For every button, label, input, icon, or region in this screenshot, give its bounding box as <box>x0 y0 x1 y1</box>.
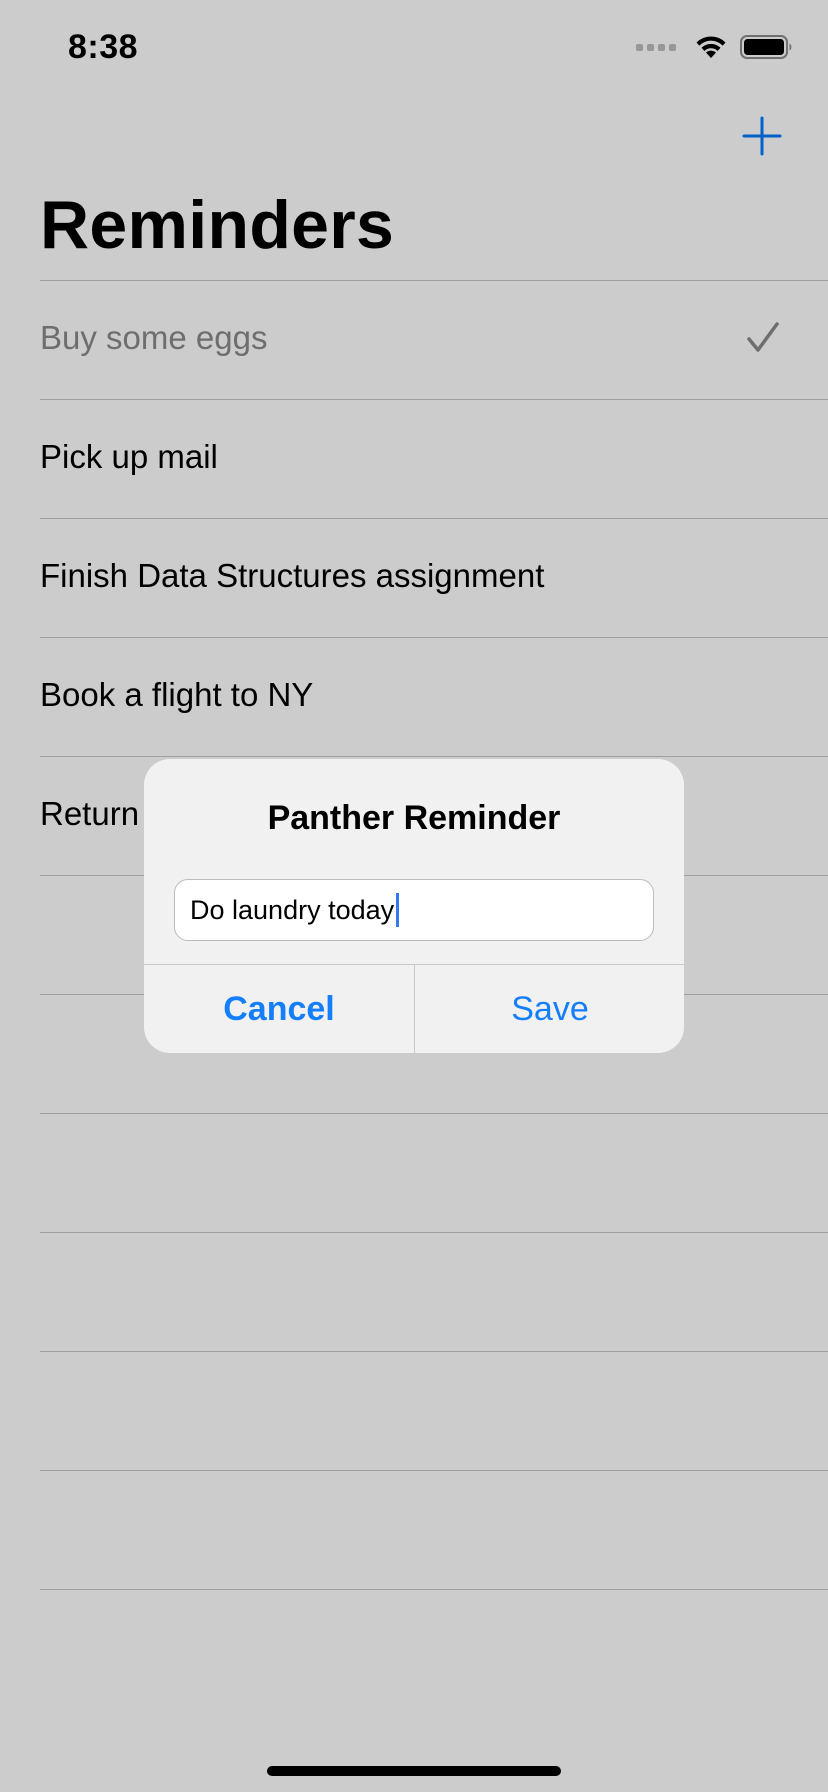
reminder-text-value: Do laundry today <box>190 894 395 925</box>
reminder-alert-dialog: Panther Reminder Do laundry today Cancel… <box>144 759 684 1053</box>
home-indicator[interactable] <box>267 1766 561 1776</box>
text-cursor <box>396 893 400 927</box>
reminder-text-field[interactable]: Do laundry today <box>174 879 654 941</box>
cancel-button[interactable]: Cancel <box>144 965 414 1053</box>
reminders-screen: 8:38 Reminders Buy some eggs Pick up mai… <box>0 0 828 1792</box>
alert-title: Panther Reminder <box>267 799 561 837</box>
save-button[interactable]: Save <box>415 965 684 1053</box>
